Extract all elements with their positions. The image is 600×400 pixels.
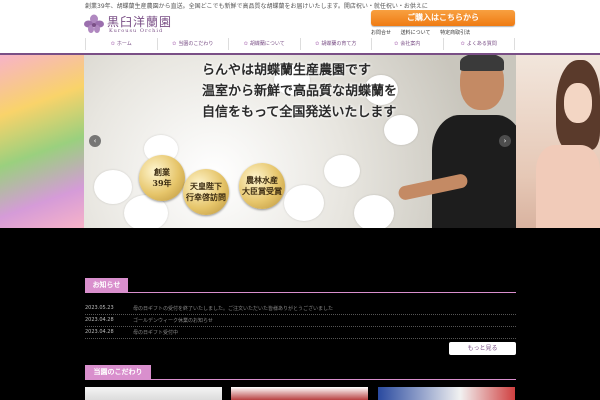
- orchid-logo-icon: [84, 14, 104, 33]
- next-slide-preview: [516, 55, 600, 228]
- flower-bullet-icon: ✿: [110, 41, 115, 47]
- commitment-thumb[interactable]: [378, 387, 515, 400]
- badge-line: 39年: [152, 178, 172, 188]
- flower-bullet-icon: ✿: [172, 41, 177, 47]
- nav-label: 会社案内: [400, 41, 421, 47]
- nav-item-faq[interactable]: ✿ よくある質問: [442, 38, 515, 50]
- headline-line: 温室から新鮮で高品質な胡蝶蘭を: [202, 84, 398, 99]
- orchid-flower: [324, 155, 360, 187]
- news-date: 2023.04.28: [85, 317, 114, 323]
- orchid-flower: [354, 195, 394, 228]
- nav-label: 胡蝶蘭について: [249, 41, 285, 47]
- commitment-thumb[interactable]: [231, 387, 368, 400]
- top-links: お問合せ 送料について 特定商取引法: [371, 29, 521, 37]
- flower-bullet-icon: ✿: [315, 41, 320, 47]
- news-date: 2023.05.23: [85, 305, 114, 311]
- link-contact[interactable]: お問合せ: [371, 30, 391, 36]
- nav-item-care[interactable]: ✿ 胡蝶蘭の育て方: [299, 38, 372, 50]
- nav-label: 胡蝶蘭の育て方: [321, 41, 357, 47]
- nav-item-home[interactable]: ✿ ホーム: [85, 38, 157, 50]
- flower-bullet-icon: ✿: [243, 41, 248, 47]
- site-header: 創業39年、胡蝶蘭生産農園から直送。全国どこでも新鮮で高品質な胡蝶蘭をお届けいた…: [0, 0, 600, 53]
- headline-line: らんやは胡蝶蘭生産農園です: [202, 63, 372, 78]
- badge-line: 創業: [154, 167, 170, 177]
- badge-line: 大臣賞受賞: [242, 186, 282, 196]
- orchid-flower: [94, 170, 132, 204]
- flower-bullet-icon: ✿: [394, 41, 399, 47]
- news-divider: [85, 292, 516, 293]
- main-nav: ✿ ホーム ✿ 当園のこだわり ✿ 胡蝶蘭について ✿ 胡蝶蘭の育て方 ✿ 会社案内 ✿ よ…: [85, 38, 515, 50]
- nav-label: 当園のこだわり: [178, 41, 214, 47]
- news-title[interactable]: ゴールデンウィーク休業のお知らせ: [133, 317, 213, 324]
- more-news-button[interactable]: もっと見る: [449, 342, 516, 355]
- chevron-left-icon[interactable]: ‹: [89, 135, 101, 147]
- news-date: 2023.04.28: [85, 329, 114, 335]
- site-logo[interactable]: 黒臼洋蘭園 Kurousu Orchid: [84, 13, 194, 35]
- nav-item-commitment[interactable]: ✿ 当園のこだわり: [156, 38, 229, 50]
- nav-label: ホーム: [116, 41, 132, 47]
- commitment-thumb[interactable]: [85, 387, 222, 400]
- nav-item-about-orchid[interactable]: ✿ 胡蝶蘭について: [228, 38, 300, 50]
- logo-subtitle: Kurousu Orchid: [109, 28, 164, 34]
- hero-slider: らんやは胡蝶蘭生産農園です 温室から新鮮で高品質な胡蝶蘭を 自信をもって全国発送…: [0, 55, 600, 228]
- list-item[interactable]: 2023.04.28 母の日ギフト受付中: [85, 326, 516, 339]
- link-shipping[interactable]: 送料について: [401, 30, 431, 36]
- hero-image: らんやは胡蝶蘭生産農園です 温室から新鮮で高品質な胡蝶蘭を 自信をもって全国発送…: [84, 55, 524, 228]
- commitment-heading: 当園のこだわり: [85, 365, 151, 379]
- badge-line: 天皇陛下: [190, 181, 222, 191]
- hero-headline: らんやは胡蝶蘭生産農園です 温室から新鮮で高品質な胡蝶蘭を 自信をもって全国発送…: [202, 60, 462, 123]
- flower-bullet-icon: ✿: [460, 41, 465, 47]
- news-heading: お知らせ: [85, 278, 128, 292]
- nav-label: よくある質問: [466, 41, 497, 47]
- badge-founded: 創業 39年: [139, 155, 185, 201]
- orchid-flower: [284, 185, 324, 221]
- badge-line: 農林水産: [246, 175, 278, 185]
- commitment-divider: [85, 379, 516, 380]
- buy-button[interactable]: ご購入はこちらから: [371, 10, 515, 26]
- news-title[interactable]: 母の日ギフト受付中: [133, 329, 178, 336]
- news-title[interactable]: 母の日ギフトの受付を終了いたしました。ご注文いただいた皆様ありがとうございました: [133, 305, 333, 312]
- chevron-right-icon[interactable]: ›: [499, 135, 511, 147]
- headline-line: 自信をもって全国発送いたします: [202, 105, 397, 120]
- badge-imperial-visit: 天皇陛下 行幸啓訪問: [183, 169, 229, 215]
- prev-slide-preview: [0, 55, 84, 228]
- badge-minister-award: 農林水産 大臣賞受賞: [239, 163, 285, 209]
- badge-line: 行幸啓訪問: [186, 192, 226, 202]
- nav-item-company[interactable]: ✿ 会社案内: [371, 38, 443, 50]
- site-tagline: 創業39年、胡蝶蘭生産農園から直送。全国どこでも新鮮で高品質な胡蝶蘭をお届けいた…: [85, 3, 428, 10]
- link-legal[interactable]: 特定商取引法: [440, 30, 470, 36]
